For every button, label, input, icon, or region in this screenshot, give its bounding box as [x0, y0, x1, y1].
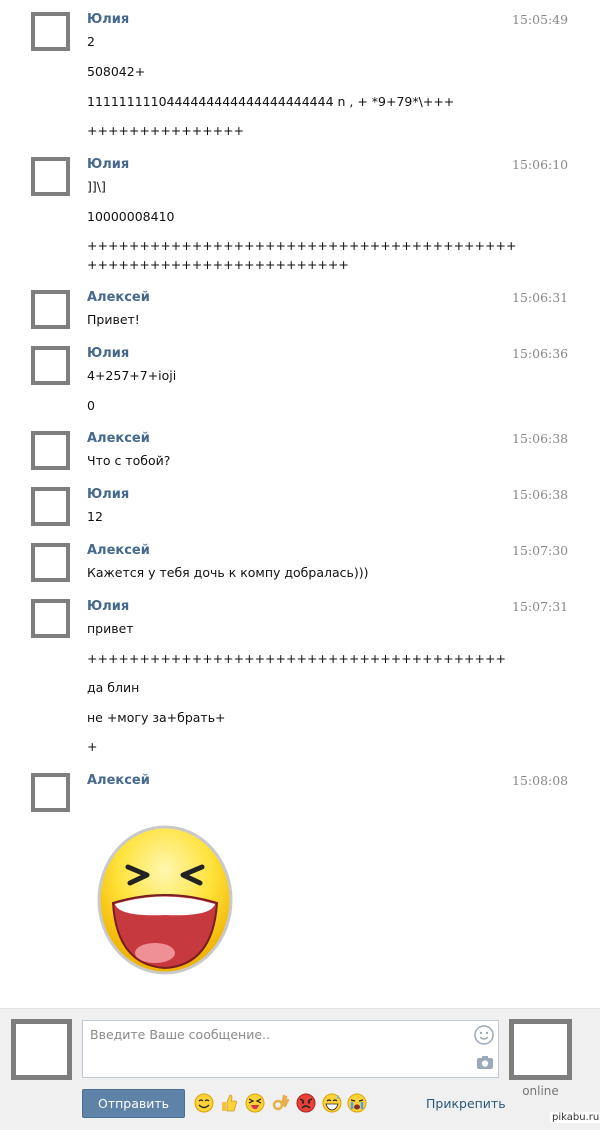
message-author[interactable]: Юлия: [87, 487, 129, 503]
attach-link[interactable]: Прикрепить: [426, 1096, 506, 1111]
avatar[interactable]: [31, 599, 70, 638]
avatar[interactable]: [31, 346, 70, 385]
avatar[interactable]: [31, 290, 70, 329]
message-time: 15:06:38: [512, 487, 568, 503]
camera-icon[interactable]: [476, 1055, 494, 1070]
message-text: ++++++++++++++++++++++++++++++++++++++++: [87, 651, 506, 667]
message-text: 2: [87, 34, 95, 50]
message-text: привет: [87, 621, 134, 637]
message-input[interactable]: Введите Ваше сообщение..: [82, 1020, 499, 1078]
my-avatar[interactable]: [11, 1019, 72, 1080]
message-author[interactable]: Юлия: [87, 346, 129, 362]
message-time: 15:06:31: [512, 290, 568, 306]
thumbs-up-emoji-icon[interactable]: [219, 1093, 239, 1113]
laughing-smiley-sticker: [95, 825, 235, 975]
message-author[interactable]: Алексей: [87, 431, 150, 447]
avatar[interactable]: [31, 487, 70, 526]
message-text: Привет!: [87, 312, 140, 328]
message-author[interactable]: Юлия: [87, 12, 129, 28]
message-time: 15:05:49: [512, 12, 568, 28]
message-author[interactable]: Юлия: [87, 599, 129, 615]
message-time: 15:06:38: [512, 431, 568, 447]
message-author[interactable]: Алексей: [87, 290, 150, 306]
message-text: +++++++++++++++++++++++++: [87, 257, 349, 273]
crying-emoji-icon[interactable]: [347, 1093, 367, 1113]
message-text: 4+257+7+ioji: [87, 368, 176, 384]
message-text: +++++++++++++++: [87, 123, 244, 139]
message-time: 15:06:36: [512, 346, 568, 362]
message-text: 12: [87, 509, 103, 525]
ok-hand-emoji-icon[interactable]: [270, 1093, 290, 1113]
message-text: да блин: [87, 680, 139, 696]
message-author[interactable]: Алексей: [87, 543, 150, 559]
squint-tongue-emoji-icon[interactable]: [245, 1093, 265, 1113]
smile-emoji-icon[interactable]: [194, 1093, 214, 1113]
grin-sweat-emoji-icon[interactable]: [322, 1093, 342, 1113]
message-input-placeholder: Введите Ваше сообщение..: [90, 1027, 270, 1042]
avatar[interactable]: [31, 431, 70, 470]
message-time: 15:07:31: [512, 599, 568, 615]
message-text: 0: [87, 398, 95, 414]
message-text: Что с тобой?: [87, 453, 170, 469]
message-text: ++++++++++++++++++++++++++++++++++++++++…: [87, 238, 516, 254]
composer: Введите Ваше сообщение.. Отправить: [0, 1008, 600, 1130]
watermark: pikabu.ru: [550, 1112, 600, 1123]
message-text: Кажется у тебя дочь к компу добралась))): [87, 565, 369, 581]
angry-emoji-icon[interactable]: [296, 1093, 316, 1113]
message-text: 10000008410: [87, 209, 174, 225]
message-text: 1111111110444444444444444444444 n , + *9…: [87, 94, 454, 110]
message-author[interactable]: Юлия: [87, 157, 129, 173]
send-button[interactable]: Отправить: [82, 1089, 185, 1118]
peer-online-status: online: [509, 1084, 572, 1098]
avatar[interactable]: [31, 543, 70, 582]
chat-history[interactable]: Юлия 15:05:49 2 508042+ 1111111110444444…: [0, 0, 600, 1008]
avatar[interactable]: [31, 12, 70, 51]
avatar[interactable]: [31, 773, 70, 812]
message-time: 15:08:08: [512, 773, 568, 789]
message-time: 15:06:10: [512, 157, 568, 173]
message-text: +: [87, 739, 97, 755]
message-author[interactable]: Алексей: [87, 773, 150, 789]
message-text: 508042+: [87, 64, 145, 80]
message-text: ]]\]: [87, 179, 106, 195]
message-time: 15:07:30: [512, 543, 568, 559]
peer-avatar[interactable]: [509, 1019, 572, 1080]
message-text: не +могу за+брать+: [87, 710, 226, 726]
smile-icon[interactable]: [474, 1025, 494, 1045]
avatar[interactable]: [31, 157, 70, 196]
